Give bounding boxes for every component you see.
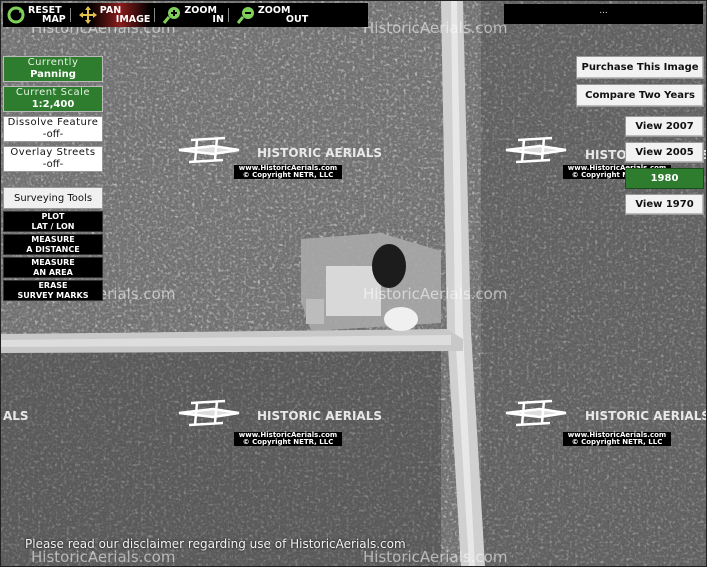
toolbar-divider (154, 8, 156, 22)
current-scale-panel: Current Scale 1:2,400 (3, 86, 103, 112)
view-2005-button[interactable]: View 2005 (625, 142, 704, 163)
tool-label: A DISTANCE (26, 244, 80, 254)
reset-label-2: MAP (42, 14, 66, 25)
toolbar-divider (227, 8, 229, 22)
pan-label-2: IMAGE (115, 14, 151, 25)
tool-label: ERASE (38, 280, 68, 290)
tool-label: SURVEY MARKS (17, 290, 89, 300)
pan-image-button[interactable]: PAN IMAGE (74, 3, 151, 27)
dissolve-feature-label: Dissolve Feature (7, 117, 99, 128)
year-1980-selected[interactable]: 1980 (625, 168, 704, 189)
tool-label: MEASURE (31, 234, 75, 244)
reset-map-button[interactable]: RESET MAP (3, 3, 66, 27)
overlay-streets-label: Overlay Streets (10, 147, 96, 158)
erase-survey-marks-button[interactable]: ERASE SURVEY MARKS (3, 280, 103, 301)
tool-label: PLOT (41, 211, 65, 221)
current-scale-label: Current Scale (15, 87, 91, 98)
zoom-in-label-2: IN (212, 14, 224, 25)
current-mode-label: Currently (27, 57, 79, 68)
overlay-streets-toggle[interactable]: Overlay Streets -off- (3, 146, 103, 172)
dissolve-feature-value: -off- (42, 129, 64, 140)
top-right-info-box: ... (504, 4, 703, 24)
current-mode-panel: Currently Panning (3, 56, 103, 82)
current-mode-value: Panning (30, 69, 76, 80)
copyright-label: www.HistoricAerials.com © Copyright NETR,… (563, 432, 671, 446)
surveying-tools-header: Surveying Tools (3, 187, 103, 209)
measure-distance-button[interactable]: MEASURE A DISTANCE (3, 234, 103, 255)
view-2007-button[interactable]: View 2007 (625, 116, 704, 137)
pan-arrows-icon (78, 6, 97, 24)
zoom-out-label-2: OUT (285, 14, 309, 25)
site-watermark: HistoricAerials.com (363, 285, 507, 303)
compare-two-years-button[interactable]: Compare Two Years (576, 84, 704, 107)
overlay-streets-value: -off- (42, 159, 64, 170)
reset-icon (7, 6, 25, 24)
zoom-in-button[interactable]: ZOOM IN (159, 3, 224, 27)
map-toolbar: RESET MAP PAN IMAGE ZOOM IN ZOOM OUT (3, 3, 368, 27)
zoom-out-button[interactable]: ZOOM OUT (233, 3, 308, 27)
current-scale-value: 1:2,400 (31, 99, 75, 110)
historic-aerials-viewer: HistoricAerials.com HistoricAerials.com … (0, 0, 707, 567)
copyright-label: www.HistoricAerials.com © Copyright NETR,… (234, 165, 342, 179)
disclaimer-link[interactable]: Please read our disclaimer regarding use… (25, 537, 406, 551)
brand-watermark-fragment: ALS (3, 409, 29, 423)
brand-watermark: HISTORIC AERIALS (585, 409, 706, 423)
tool-label: AN AREA (33, 267, 73, 277)
zoom-out-icon (236, 7, 254, 24)
toolbar-divider (69, 8, 71, 22)
site-watermark: HistoricAerials.com (363, 19, 507, 37)
purchase-image-button[interactable]: Purchase This Image (576, 56, 704, 79)
brand-watermark: HISTORIC AERIALS (257, 146, 382, 160)
view-1970-button[interactable]: View 1970 (625, 194, 704, 215)
tool-label: MEASURE (31, 257, 75, 267)
brand-watermark: HISTORIC AERIALS (257, 409, 382, 423)
copyright-label: www.HistoricAerials.com © Copyright NETR,… (234, 432, 342, 446)
zoom-in-icon (163, 7, 181, 24)
tool-label: LAT / LON (31, 221, 75, 231)
measure-area-button[interactable]: MEASURE AN AREA (3, 257, 103, 278)
dissolve-feature-toggle[interactable]: Dissolve Feature -off- (3, 116, 103, 142)
plot-lat-lon-button[interactable]: PLOT LAT / LON (3, 211, 103, 232)
